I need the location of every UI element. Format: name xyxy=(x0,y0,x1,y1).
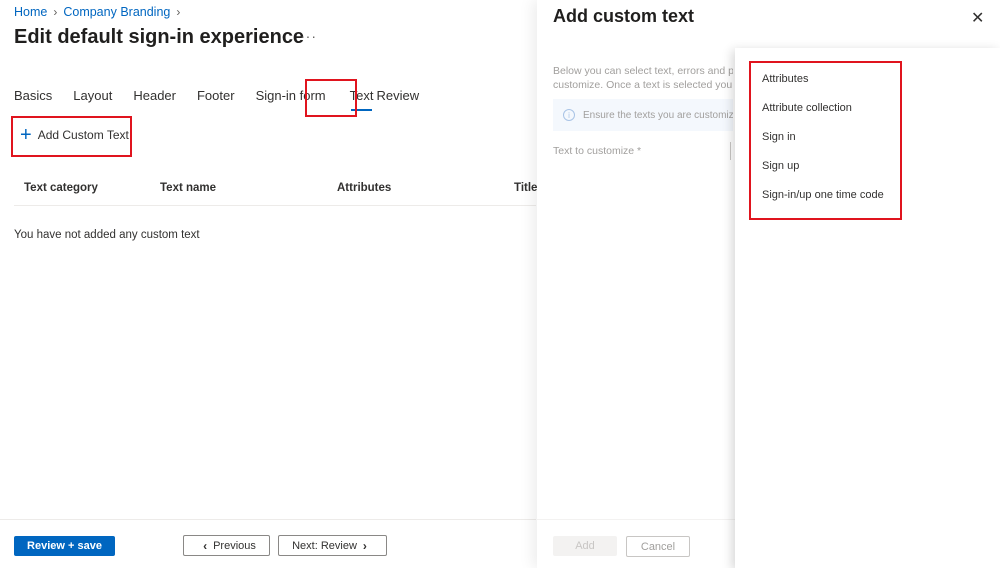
info-message-bar: i Ensure the texts you are customizing xyxy=(553,99,733,131)
panel-description: Below you can select text, errors and pr… xyxy=(553,64,733,92)
empty-table-message: You have not added any custom text xyxy=(14,229,200,241)
panel-description-line-2: customize. Once a text is selected you c xyxy=(553,79,733,91)
review-save-button[interactable]: Review + save xyxy=(14,536,115,556)
tab-footer[interactable]: Footer xyxy=(197,86,235,105)
chevron-right-icon: › xyxy=(176,5,181,19)
previous-label: Previous xyxy=(213,539,256,552)
breadcrumb-company-branding[interactable]: Company Branding xyxy=(63,5,170,19)
highlight-add-custom-text xyxy=(11,116,132,157)
column-header-title[interactable]: Title xyxy=(514,182,537,194)
info-icon: i xyxy=(563,109,575,121)
chevron-right-icon: › xyxy=(362,538,367,553)
tab-basics[interactable]: Basics xyxy=(14,86,52,105)
tab-bar: Basics Layout Header Footer Sign-in form… xyxy=(14,86,419,111)
chevron-left-icon: ‹ xyxy=(203,538,208,553)
panel-footer-divider xyxy=(537,519,735,520)
text-to-customize-dropdown[interactable] xyxy=(730,142,734,160)
page-title: Edit default sign-in experience xyxy=(14,26,305,48)
column-header-text-name[interactable]: Text name xyxy=(160,182,216,194)
more-options-icon[interactable]: ··· xyxy=(300,28,317,44)
chevron-right-icon: › xyxy=(53,5,58,19)
next-label: Next: Review xyxy=(292,539,357,552)
info-message-text: Ensure the texts you are customizing xyxy=(583,109,733,121)
tab-header[interactable]: Header xyxy=(133,86,176,105)
add-button[interactable]: Add xyxy=(553,536,617,556)
highlight-text-tab xyxy=(305,79,357,117)
previous-button[interactable]: ‹ Previous xyxy=(183,535,270,556)
tab-review[interactable]: Review xyxy=(376,86,419,105)
cancel-button[interactable]: Cancel xyxy=(626,536,690,557)
panel-title: Add custom text xyxy=(553,6,695,26)
breadcrumb: Home › Company Branding › xyxy=(14,5,186,19)
breadcrumb-home[interactable]: Home xyxy=(14,5,47,19)
column-header-attributes[interactable]: Attributes xyxy=(337,182,391,194)
column-header-text-category[interactable]: Text category xyxy=(24,182,98,194)
panel-description-line-1: Below you can select text, errors and pr xyxy=(553,65,733,77)
text-to-customize-label: Text to customize * xyxy=(553,145,642,157)
tab-layout[interactable]: Layout xyxy=(73,86,112,105)
highlight-options-list xyxy=(749,61,902,220)
next-review-button[interactable]: Next: Review › xyxy=(278,535,387,556)
footer-divider xyxy=(0,519,536,520)
table-divider xyxy=(14,205,536,206)
close-icon[interactable]: ✕ xyxy=(971,8,984,28)
